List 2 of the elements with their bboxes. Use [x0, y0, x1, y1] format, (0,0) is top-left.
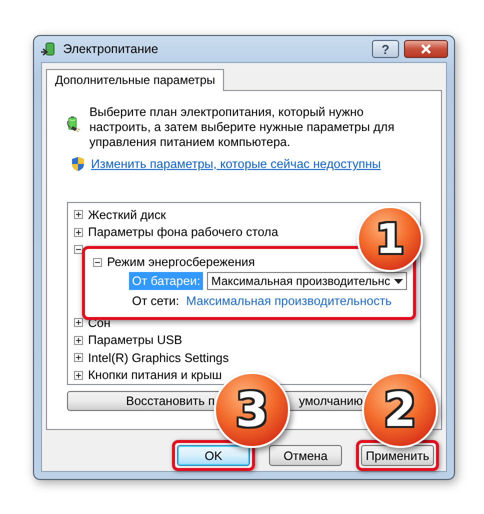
window-title: Электропитание [63, 42, 160, 56]
intro-text: Выберите план электропитания, который нужно настроить, а затем выберите нужные параметры для управления питанием компьютера. [89, 105, 396, 150]
